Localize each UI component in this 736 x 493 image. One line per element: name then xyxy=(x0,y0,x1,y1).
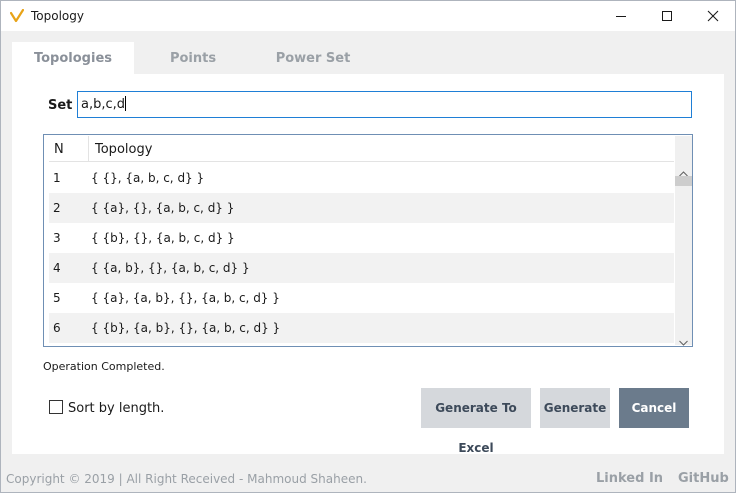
row-topology: { {}, {a, b, c, d} } xyxy=(91,171,205,185)
row-topology: { {a}, {}, {a, b, c, d} } xyxy=(91,201,235,215)
cancel-button[interactable]: Cancel xyxy=(619,388,689,428)
table-row[interactable]: 4 { {a, b}, {}, {a, b, c, d} } xyxy=(49,253,674,283)
column-header-topology[interactable]: Topology xyxy=(90,136,152,162)
scroll-down-icon[interactable] xyxy=(679,335,688,346)
tab-topologies[interactable]: Topologies xyxy=(12,42,134,74)
window-title: Topology xyxy=(31,9,84,23)
row-number: 6 xyxy=(53,321,61,335)
sort-by-length-label[interactable]: Sort by length. xyxy=(68,401,164,416)
set-label: Set xyxy=(48,98,73,113)
generate-to-excel-button[interactable]: Generate To Excel xyxy=(421,388,531,455)
row-topology: { {a, b}, {}, {a, b, c, d} } xyxy=(91,261,250,275)
table-row[interactable]: 5 { {a}, {a, b}, {}, {a, b, c, d} } xyxy=(49,283,674,313)
generate-button[interactable]: Generate xyxy=(540,388,610,428)
row-topology: { {a}, {a, b}, {}, {a, b, c, d} } xyxy=(91,291,280,305)
close-button[interactable] xyxy=(690,1,736,31)
row-number: 1 xyxy=(53,171,61,185)
close-icon xyxy=(707,10,719,22)
row-number: 3 xyxy=(53,231,61,245)
table-row[interactable]: 6 { {b}, {a, b}, {}, {a, b, c, d} } xyxy=(49,313,674,343)
row-number: 2 xyxy=(53,201,61,215)
row-number: 5 xyxy=(53,291,61,305)
column-header-n[interactable]: N xyxy=(49,136,89,162)
table-row[interactable]: 2 { {a}, {}, {a, b, c, d} } xyxy=(49,193,674,223)
linkedin-link[interactable]: Linked In xyxy=(596,471,663,486)
topology-app-icon xyxy=(9,8,25,23)
title-bar[interactable]: Topology xyxy=(1,1,735,31)
scrollbar-thumb[interactable] xyxy=(675,176,692,186)
tab-points[interactable]: Points xyxy=(132,42,254,74)
table-row[interactable]: 1 { {}, {a, b, c, d} } xyxy=(49,163,674,193)
tab-power-set[interactable]: Power Set xyxy=(252,42,374,74)
topology-grid[interactable]: N Topology 1 { {}, {a, b, c, d} } 2 { {a… xyxy=(43,134,693,347)
maximize-button[interactable] xyxy=(644,1,690,31)
row-topology: { {b}, {}, {a, b, c, d} } xyxy=(91,231,235,245)
grid-header: N Topology xyxy=(49,136,674,162)
status-text: Operation Completed. xyxy=(43,360,165,373)
set-input-value: a,b,c,d xyxy=(81,97,126,112)
table-row[interactable]: 3 { {b}, {}, {a, b, c, d} } xyxy=(49,223,674,253)
row-number: 4 xyxy=(53,261,61,275)
vertical-scrollbar[interactable] xyxy=(675,136,692,346)
text-caret xyxy=(125,96,127,111)
set-input[interactable]: a,b,c,d xyxy=(77,91,692,118)
row-topology: { {b}, {a, b}, {}, {a, b, c, d} } xyxy=(91,321,281,335)
tab-bar: Topologies Points Power Set xyxy=(12,42,724,74)
copyright-text: Copyright © 2019 | All Right Received - … xyxy=(6,472,367,486)
footer: Copyright © 2019 | All Right Received - … xyxy=(0,465,736,493)
sort-by-length-checkbox[interactable] xyxy=(49,400,63,414)
grid-rows: 1 { {}, {a, b, c, d} } 2 { {a}, {}, {a, … xyxy=(49,163,674,343)
minimize-button[interactable] xyxy=(598,1,644,31)
github-link[interactable]: GitHub xyxy=(678,471,729,486)
